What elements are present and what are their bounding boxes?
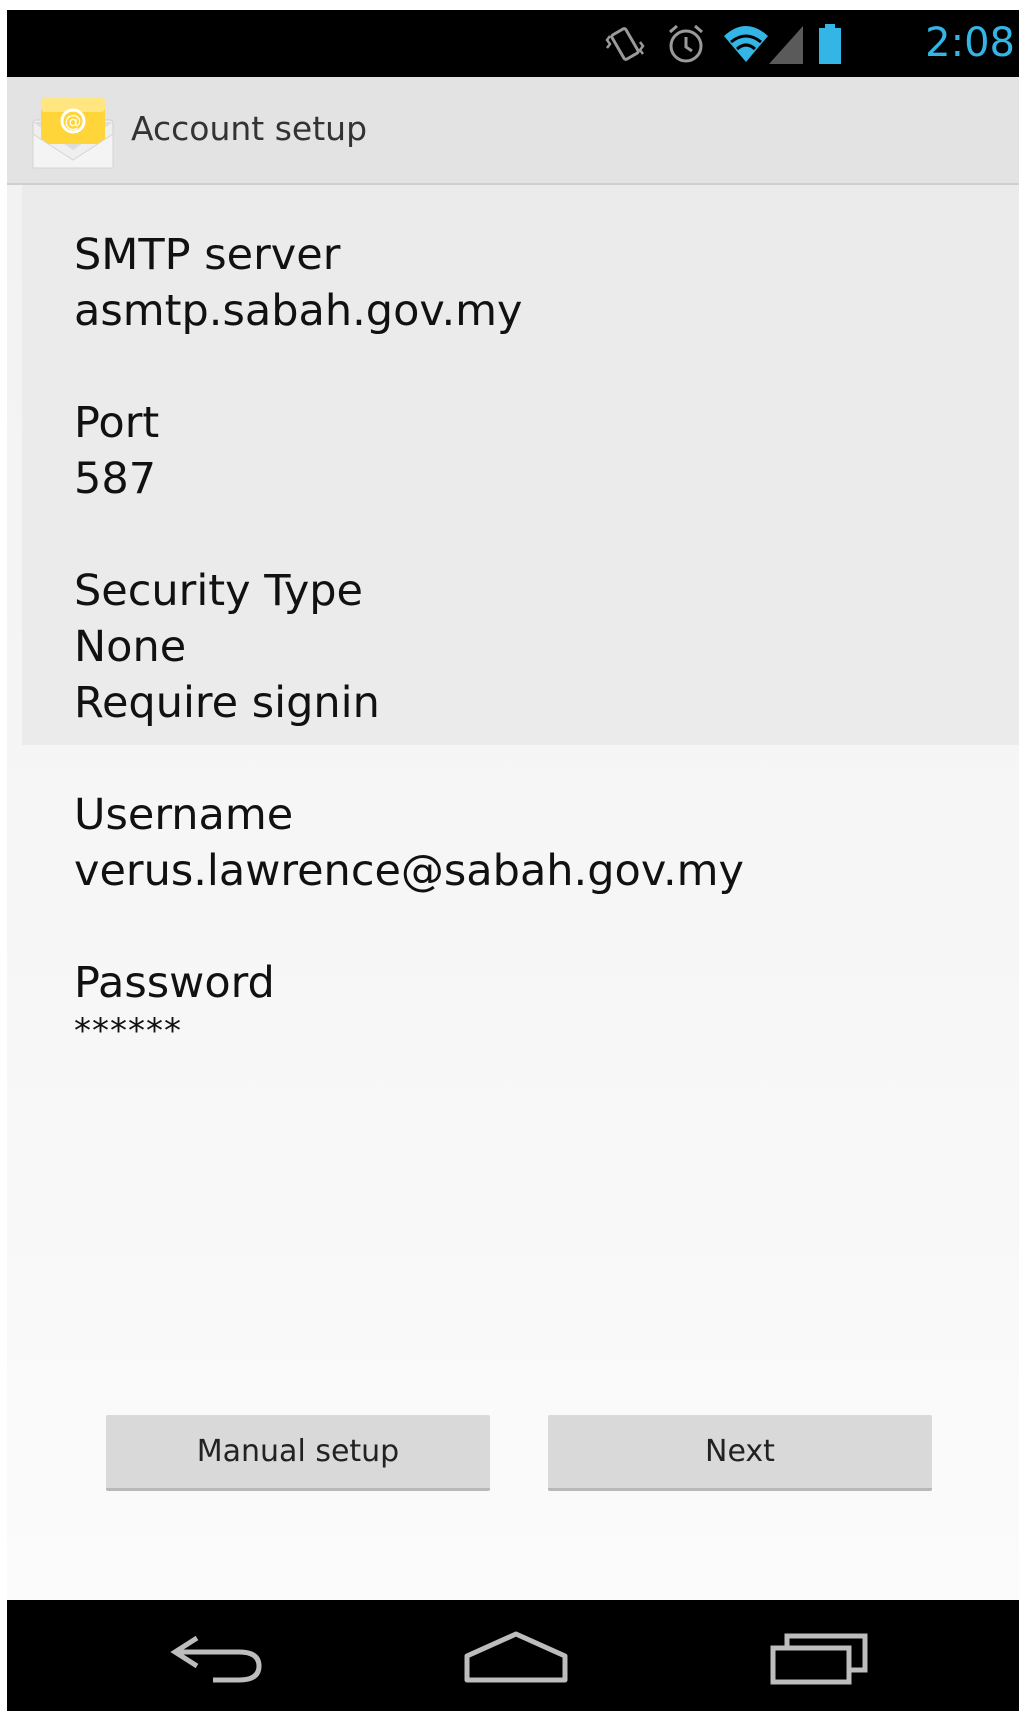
manual-setup-button[interactable]: Manual setup [106,1415,490,1491]
status-time: 2:08 [925,20,1015,66]
alarm-icon [665,22,707,66]
svg-text:@: @ [65,112,82,132]
action-bar: @ Account setup [7,77,1019,185]
password-label: Password [74,958,275,1008]
smtp-server-value: asmtp.sabah.gov.my [74,286,523,336]
port-field: Port 587 [74,395,159,507]
phone-screen: 2:08 @ Account setup SMTP server asmtp.s… [7,10,1019,1711]
page-title: Account setup [131,109,368,148]
email-envelope-icon: @ [31,94,117,170]
smtp-server-field: SMTP server asmtp.sabah.gov.my [74,227,523,339]
battery-icon [817,22,843,66]
require-signin-value: Require signin [74,678,380,728]
account-summary: SMTP server asmtp.sabah.gov.my Port 587 … [7,185,1019,1600]
port-label: Port [74,398,160,448]
port-value: 587 [74,454,157,504]
home-icon[interactable] [461,1628,571,1688]
back-icon[interactable] [167,1628,277,1688]
security-type-label: Security Type [74,566,364,616]
username-label: Username [74,790,294,840]
password-field: Password ****** [74,955,275,1051]
wifi-icon [722,22,770,66]
security-type-field: Security Type None Require signin [74,563,380,731]
password-value: ****** [74,1011,182,1051]
recent-apps-icon[interactable] [767,1628,877,1688]
vibrate-icon [605,22,645,66]
next-button[interactable]: Next [548,1415,932,1491]
signal-icon [767,22,805,66]
smtp-server-label: SMTP server [74,230,341,280]
username-field: Username verus.lawrence@sabah.gov.my [74,787,744,899]
username-value: verus.lawrence@sabah.gov.my [74,846,744,896]
status-bar: 2:08 [7,10,1019,77]
navigation-bar [7,1600,1019,1711]
security-type-value: None [74,622,187,672]
